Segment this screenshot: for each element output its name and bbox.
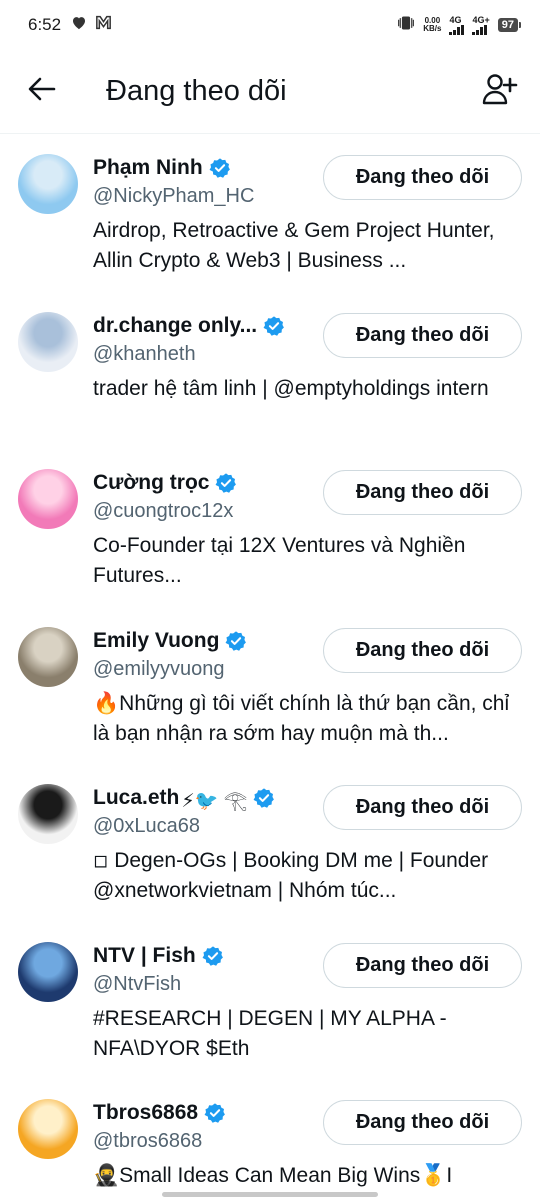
- net-speed: 0.00 KB/s: [423, 17, 441, 33]
- signal-1-label: 4G: [449, 14, 462, 25]
- status-right: 0.00 KB/s 4G 4G+ 97: [397, 14, 522, 36]
- user-name[interactable]: NTV | Fish: [93, 944, 196, 968]
- following-button[interactable]: Đang theo dõi: [323, 470, 522, 515]
- name-line: NTV | Fish: [93, 942, 308, 970]
- battery-indicator: 97: [497, 18, 522, 32]
- following-button[interactable]: Đang theo dõi: [323, 785, 522, 830]
- following-list: Phạm Ninh @NickyPham_HC Airdrop, Retroac…: [0, 135, 540, 1200]
- signal-1: 4G: [449, 14, 465, 35]
- list-item[interactable]: Emily Vuong @emilyyvuong 🔥Những gì tôi v…: [0, 608, 540, 766]
- home-indicator[interactable]: [162, 1192, 378, 1197]
- avatar[interactable]: [18, 784, 78, 844]
- signal-1-bars-icon: [449, 24, 465, 35]
- name-line: Emily Vuong: [93, 627, 308, 655]
- user-name[interactable]: Phạm Ninh: [93, 156, 203, 180]
- signal-2-bars-icon: [472, 24, 488, 35]
- status-time: 6:52: [28, 15, 62, 34]
- name-line: Luca.eth ⚡🐦 𓂀: [93, 784, 308, 812]
- vibrate-icon: [397, 15, 415, 36]
- avatar[interactable]: [18, 626, 78, 687]
- add-user-icon: [482, 73, 518, 110]
- verified-badge-icon: [209, 157, 231, 179]
- name-line: Phạm Ninh: [93, 154, 308, 182]
- verified-badge-icon: [253, 787, 275, 809]
- name-line: dr.change only...: [93, 312, 308, 340]
- list-item[interactable]: Luca.eth ⚡🐦 𓂀 @0xLuca68 ◽ Degen-OGs | Bo…: [0, 765, 540, 923]
- name-line: Tbros6868: [93, 1099, 308, 1127]
- list-item[interactable]: NTV | Fish @NtvFish #RESEARCH | DEGEN | …: [0, 923, 540, 1081]
- following-button[interactable]: Đang theo dõi: [323, 155, 522, 200]
- following-button[interactable]: Đang theo dõi: [323, 627, 522, 673]
- list-item[interactable]: Phạm Ninh @NickyPham_HC Airdrop, Retroac…: [0, 135, 540, 293]
- page-title: Đang theo dõi: [106, 75, 287, 107]
- list-item[interactable]: dr.change only... @khanheth trader hệ tâ…: [0, 293, 540, 451]
- verified-badge-icon: [225, 630, 247, 652]
- verified-badge-icon: [215, 472, 237, 494]
- user-name[interactable]: Luca.eth: [93, 786, 179, 810]
- net-speed-unit: KB/s: [423, 24, 442, 33]
- user-bio: ◽ Degen-OGs | Booking DM me | Founder @x…: [93, 849, 489, 902]
- avatar[interactable]: [18, 311, 78, 372]
- status-left: 6:52: [28, 15, 112, 35]
- avatar[interactable]: [18, 154, 78, 214]
- following-button[interactable]: Đang theo dõi: [323, 312, 522, 358]
- verified-badge-icon: [204, 1102, 226, 1124]
- avatar[interactable]: [18, 1099, 78, 1159]
- back-arrow-icon: [28, 77, 56, 106]
- user-bio: 🔥Những gì tôi viết chính là thứ bạn cần,…: [93, 691, 510, 745]
- verified-badge-icon: [202, 945, 224, 967]
- user-bio: #RESEARCH | DEGEN | MY ALPHA - NFA\DYOR …: [93, 1006, 447, 1060]
- top-app-bar: Đang theo dõi: [0, 50, 540, 134]
- user-name[interactable]: Cường trọc: [93, 471, 209, 495]
- user-bio: trader hệ tâm linh | @emptyholdings inte…: [93, 376, 489, 400]
- user-name[interactable]: dr.change only...: [93, 314, 257, 338]
- add-user-button[interactable]: [468, 50, 532, 134]
- following-button[interactable]: Đang theo dõi: [323, 1100, 522, 1145]
- verified-badge-icon: [263, 315, 285, 337]
- heart-icon: [71, 15, 87, 35]
- following-button[interactable]: Đang theo dõi: [323, 942, 522, 988]
- user-bio: Co-Founder tại 12X Ventures và Nghiền Fu…: [93, 534, 466, 587]
- user-bio: 🥷Small Ideas Can Mean Big Wins🥇I: [93, 1164, 453, 1187]
- avatar[interactable]: [18, 941, 78, 1002]
- list-item[interactable]: Cường trọc @cuongtroc12x Co-Founder tại …: [0, 450, 540, 608]
- signal-2: 4G+: [472, 14, 490, 35]
- name-line: Cường trọc: [93, 469, 308, 497]
- name-emoji: ⚡🐦 𓂀: [181, 790, 248, 812]
- m-app-icon: [95, 15, 112, 35]
- user-name[interactable]: Tbros6868: [93, 1101, 198, 1125]
- list-item[interactable]: Tbros6868 @tbros6868 🥷Small Ideas Can Me…: [0, 1080, 540, 1200]
- status-bar: 6:52 0.00 KB/s 4G 4G+ 97: [0, 0, 540, 50]
- user-bio: Airdrop, Retroactive & Gem Project Hunte…: [93, 219, 495, 272]
- avatar[interactable]: [18, 469, 78, 529]
- signal-2-label: 4G+: [472, 14, 490, 25]
- user-name[interactable]: Emily Vuong: [93, 629, 219, 653]
- back-button[interactable]: [0, 50, 84, 134]
